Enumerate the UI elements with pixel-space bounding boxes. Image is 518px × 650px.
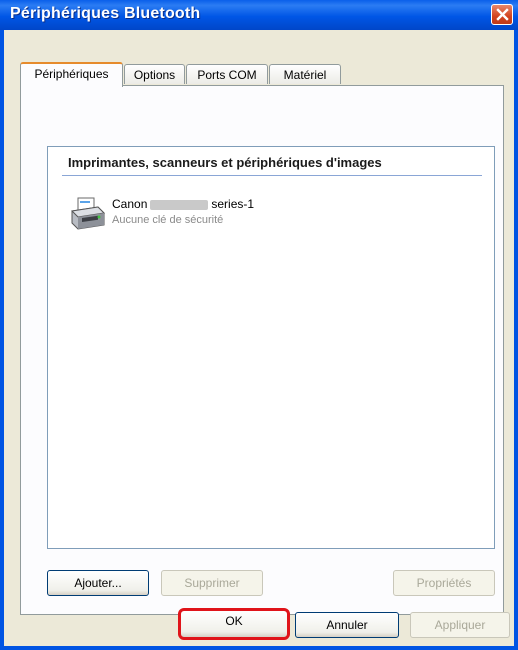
properties-button[interactable]: Propriétés [393,570,495,596]
tab-materiel[interactable]: Matériel [269,64,341,84]
tab-label: Options [133,68,176,82]
device-status: Aucune clé de sécurité [112,214,224,226]
apply-button[interactable]: Appliquer [410,612,510,638]
add-button[interactable]: Ajouter... [47,570,149,596]
tab-label: Matériel [283,68,327,82]
cancel-button[interactable]: Annuler [295,612,399,638]
device-name-suffix: series-1 [211,197,255,211]
device-list[interactable]: Imprimantes, scanneurs et périphériques … [47,146,495,549]
tab-options[interactable]: Options [124,64,185,84]
title-bar[interactable]: Périphériques Bluetooth [0,0,518,30]
remove-button[interactable]: Supprimer [161,570,263,596]
close-button[interactable] [491,4,513,25]
ok-button[interactable]: OK [178,608,290,640]
close-icon [496,8,509,21]
group-header: Imprimantes, scanneurs et périphériques … [68,155,382,170]
group-divider [62,175,482,176]
bluetooth-devices-window: Périphériques Bluetooth Périphériques Op… [0,0,518,650]
list-item[interactable]: Canon series-1 Aucune clé de sécurité [68,193,368,243]
tab-label: Périphériques [34,67,109,81]
tab-ports-com[interactable]: Ports COM [186,64,268,84]
tab-peripheriques[interactable]: Périphériques [20,62,123,87]
tab-panel: Imprimantes, scanneurs et périphériques … [20,85,504,615]
device-name-prefix: Canon [112,197,148,211]
redacted-model [150,199,209,210]
window-title: Périphériques Bluetooth [10,5,201,22]
dialog-client-area: Périphériques Options Ports COM Matériel… [4,30,514,646]
tab-label: Ports COM [197,68,257,82]
device-name: Canon series-1 [112,197,254,211]
printer-icon [70,197,106,230]
